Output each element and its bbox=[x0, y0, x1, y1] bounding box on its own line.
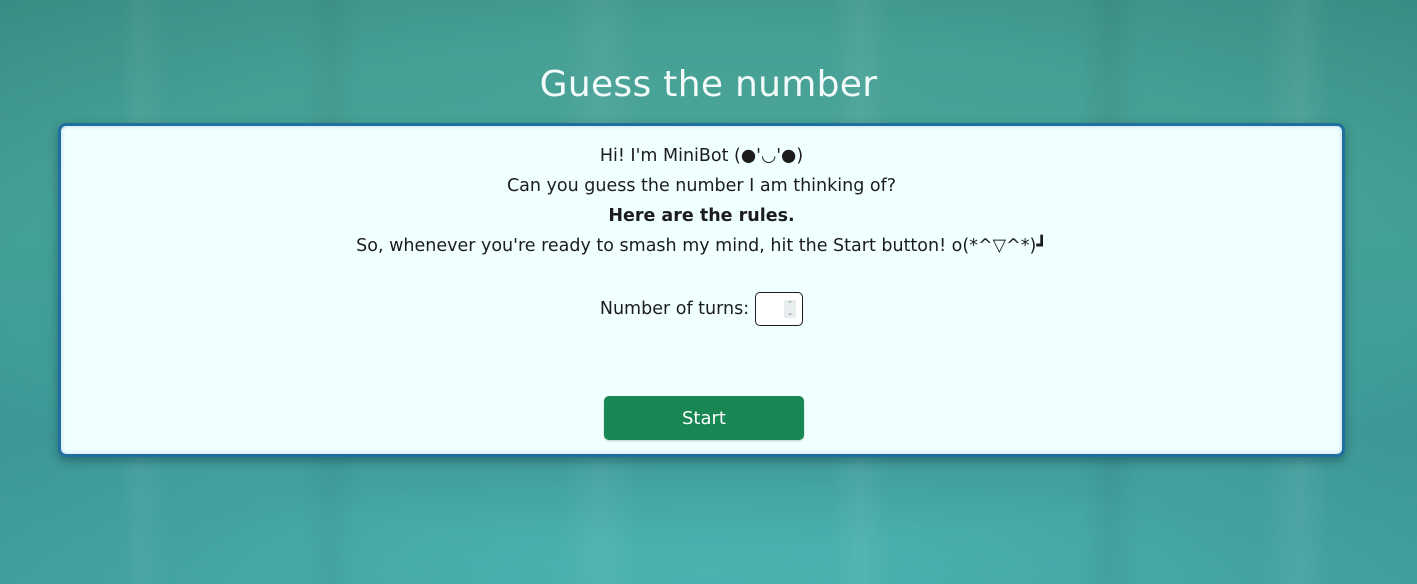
turns-number-input[interactable]: ⌃ ⌄ bbox=[755, 292, 804, 326]
turns-label: Number of turns: bbox=[599, 299, 750, 319]
question-text: Can you guess the number I am thinking o… bbox=[506, 176, 897, 196]
start-button[interactable]: Start bbox=[604, 396, 804, 440]
spinner-down-icon[interactable]: ⌄ bbox=[787, 309, 793, 318]
rules-heading: Here are the rules. bbox=[608, 206, 795, 226]
turns-spinner[interactable]: ⌃ ⌄ bbox=[784, 300, 797, 318]
call-to-action-text: So, whenever you're ready to smash my mi… bbox=[356, 236, 1047, 256]
turns-row: Number of turns: ⌃ ⌄ bbox=[61, 292, 1342, 326]
greeting-text: Hi! I'm MiniBot (●'◡'●) bbox=[599, 146, 804, 166]
page-title: Guess the number bbox=[539, 64, 878, 105]
game-card: Hi! I'm MiniBot (●'◡'●) Can you guess th… bbox=[58, 123, 1345, 457]
spinner-up-icon[interactable]: ⌃ bbox=[787, 300, 793, 309]
